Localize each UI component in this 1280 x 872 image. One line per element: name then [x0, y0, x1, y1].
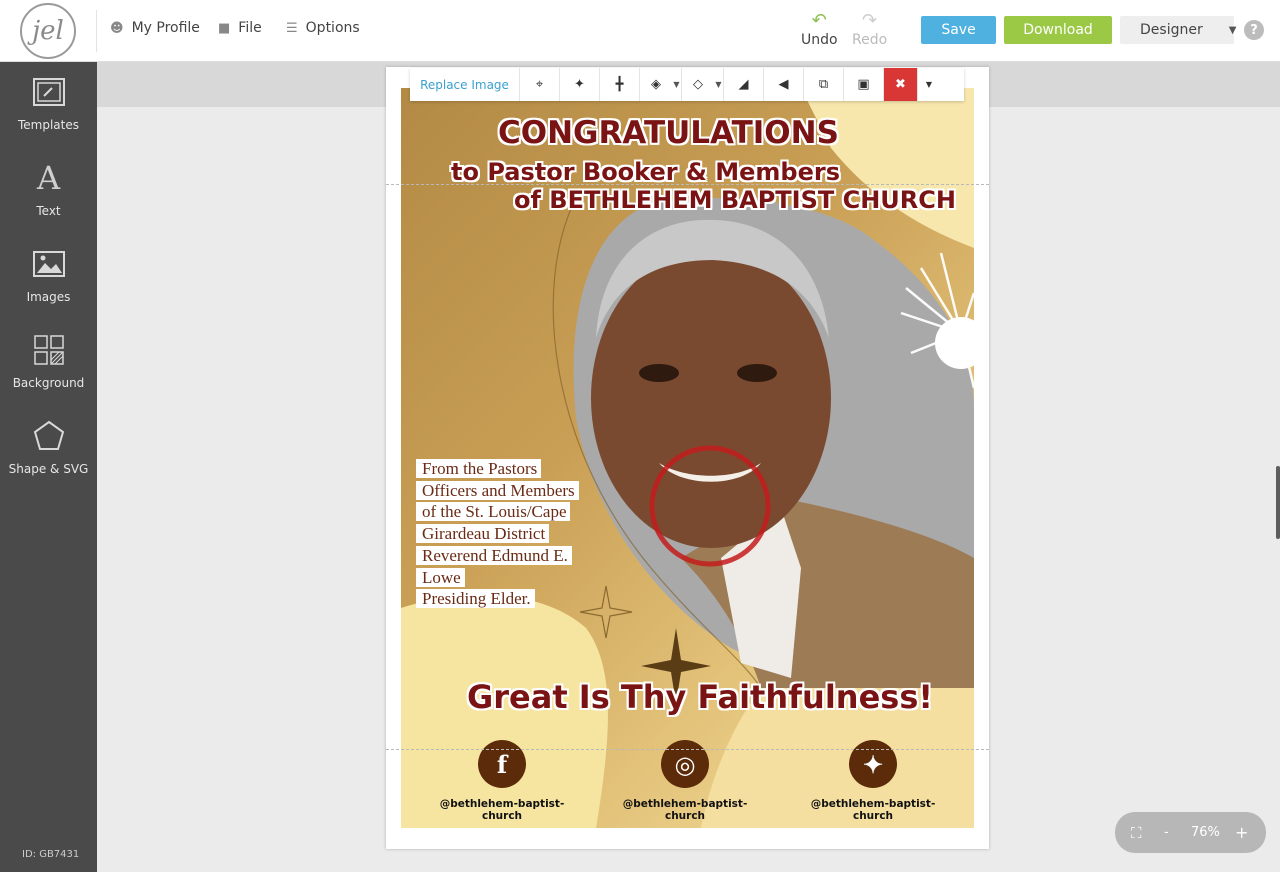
flyer-body-text[interactable]: From the Pastors Officers and Members of…: [416, 458, 579, 610]
my-profile-menu[interactable]: ☻ My Profile: [110, 20, 200, 36]
twitter-icon: ✦: [849, 740, 897, 788]
fullscreen-icon[interactable]: ⛶: [1131, 824, 1142, 842]
left-sidebar: Templates A Text Images Background Shape…: [0, 62, 97, 872]
chevron-down-icon[interactable]: ▼: [918, 68, 940, 101]
user-icon: ☻: [110, 20, 124, 36]
logo-text: jel: [32, 16, 64, 46]
sidebar-item-shape[interactable]: Shape & SVG: [0, 418, 97, 476]
layer-forward-icon[interactable]: ◈: [640, 68, 672, 101]
undo-icon: ↶: [811, 10, 827, 31]
shape-icon: [0, 418, 97, 454]
flyer-subtitle-line-2[interactable]: of BETHLEHEM BAPTIST CHURCH: [514, 186, 956, 214]
save-button[interactable]: Save: [921, 16, 996, 44]
zoom-level: 76%: [1191, 825, 1220, 840]
scrollbar-thumb[interactable]: [1276, 466, 1280, 539]
body-line: Officers and Members: [416, 480, 579, 502]
sidebar-item-background[interactable]: Background: [0, 332, 97, 390]
designer-label: Designer: [1140, 22, 1203, 38]
sidebar-item-label: Templates: [17, 118, 79, 132]
text-icon: A: [36, 159, 61, 197]
delete-icon[interactable]: ✖: [884, 68, 918, 101]
facebook-icon: f: [478, 740, 526, 788]
help-icon[interactable]: ?: [1244, 20, 1264, 40]
templates-icon: [0, 74, 97, 110]
file-label: File: [238, 20, 262, 36]
chevron-down-icon[interactable]: ▼: [714, 68, 724, 101]
align-icon[interactable]: ╋: [600, 68, 640, 101]
flyer-artwork[interactable]: CONGRATULATIONS to Pastor Booker & Membe…: [401, 88, 974, 828]
app-logo[interactable]: jel: [20, 3, 76, 59]
body-line: Girardeau District: [416, 523, 579, 545]
images-icon: [0, 246, 97, 282]
selection-guide-top: [386, 184, 989, 185]
sidebar-item-label: Text: [36, 204, 61, 218]
options-label: Options: [305, 20, 360, 36]
top-bar: jel ☻ My Profile ■ File ☰ Options ↶ Undo…: [0, 0, 1280, 62]
social-handle: @bethlehem-baptist-church: [439, 798, 565, 822]
social-handle: @bethlehem-baptist-church: [810, 798, 936, 822]
duplicate-icon[interactable]: ⧉: [804, 68, 844, 101]
my-profile-label: My Profile: [131, 20, 200, 36]
body-line: Lowe: [416, 567, 579, 589]
chevron-down-icon: ▼: [1228, 24, 1237, 36]
body-line: From the Pastors: [416, 458, 579, 480]
chevron-down-icon[interactable]: ▼: [672, 68, 682, 101]
body-line: of the St. Louis/Cape: [416, 501, 579, 523]
replace-image-button[interactable]: Replace Image: [410, 68, 520, 101]
sidebar-item-label: Shape & SVG: [8, 462, 89, 476]
facebook-social[interactable]: f @bethlehem-baptist-church: [422, 740, 582, 822]
magic-wand-icon[interactable]: ✦: [560, 68, 600, 101]
flyer-subtitle-line-1[interactable]: to Pastor Booker & Members: [451, 158, 840, 186]
sidebar-item-images[interactable]: Images: [0, 246, 97, 304]
flip-vertical-icon[interactable]: ◀: [764, 68, 804, 101]
lock-icon[interactable]: ▣: [844, 68, 884, 101]
body-line: Presiding Elder.: [416, 588, 579, 610]
instagram-social[interactable]: ◎ @bethlehem-baptist-church: [605, 740, 765, 822]
redo-button[interactable]: ↷ Redo: [852, 10, 888, 49]
redo-icon: ↷: [862, 10, 878, 31]
flyer-title[interactable]: CONGRATULATIONS: [498, 115, 839, 151]
twitter-social[interactable]: ✦ @bethlehem-baptist-church: [793, 740, 953, 822]
zoom-out-button[interactable]: -: [1164, 825, 1169, 840]
file-icon: ■: [218, 20, 231, 36]
sidebar-item-text[interactable]: A Text: [0, 159, 97, 218]
image-toolbar: Replace Image ⌖ ✦ ╋ ◈ ▼ ◇ ▼ ◢ ◀ ⧉ ▣ ✖ ▼: [410, 68, 964, 101]
sidebar-item-label: Background: [12, 376, 85, 390]
instagram-icon: ◎: [661, 740, 709, 788]
download-button[interactable]: Download: [1004, 16, 1112, 44]
redo-label: Redo: [852, 32, 888, 48]
selection-guide-bottom: [386, 749, 989, 750]
options-menu[interactable]: ☰ Options: [286, 20, 360, 36]
file-menu[interactable]: ■ File: [218, 20, 262, 36]
undo-button[interactable]: ↶ Undo: [801, 10, 838, 49]
background-icon: [0, 332, 97, 368]
layer-backward-icon[interactable]: ◇: [682, 68, 714, 101]
hamburger-icon: ☰: [286, 20, 298, 36]
body-line: Reverend Edmund E.: [416, 545, 579, 567]
flyer-tagline[interactable]: Great Is Thy Faithfulness!: [467, 678, 933, 716]
zoom-in-button[interactable]: +: [1235, 823, 1248, 842]
social-handle: @bethlehem-baptist-church: [622, 798, 748, 822]
designer-dropdown[interactable]: Designer ▼: [1120, 16, 1237, 44]
zoom-control: ⛶ - 76% +: [1115, 812, 1266, 853]
undo-label: Undo: [801, 32, 838, 48]
sidebar-item-label: Images: [26, 290, 71, 304]
design-id: ID: GB7431: [22, 849, 80, 860]
crop-icon[interactable]: ⌖: [520, 68, 560, 101]
flip-horizontal-icon[interactable]: ◢: [724, 68, 764, 101]
sidebar-item-templates[interactable]: Templates: [0, 74, 97, 132]
divider: [96, 10, 97, 52]
